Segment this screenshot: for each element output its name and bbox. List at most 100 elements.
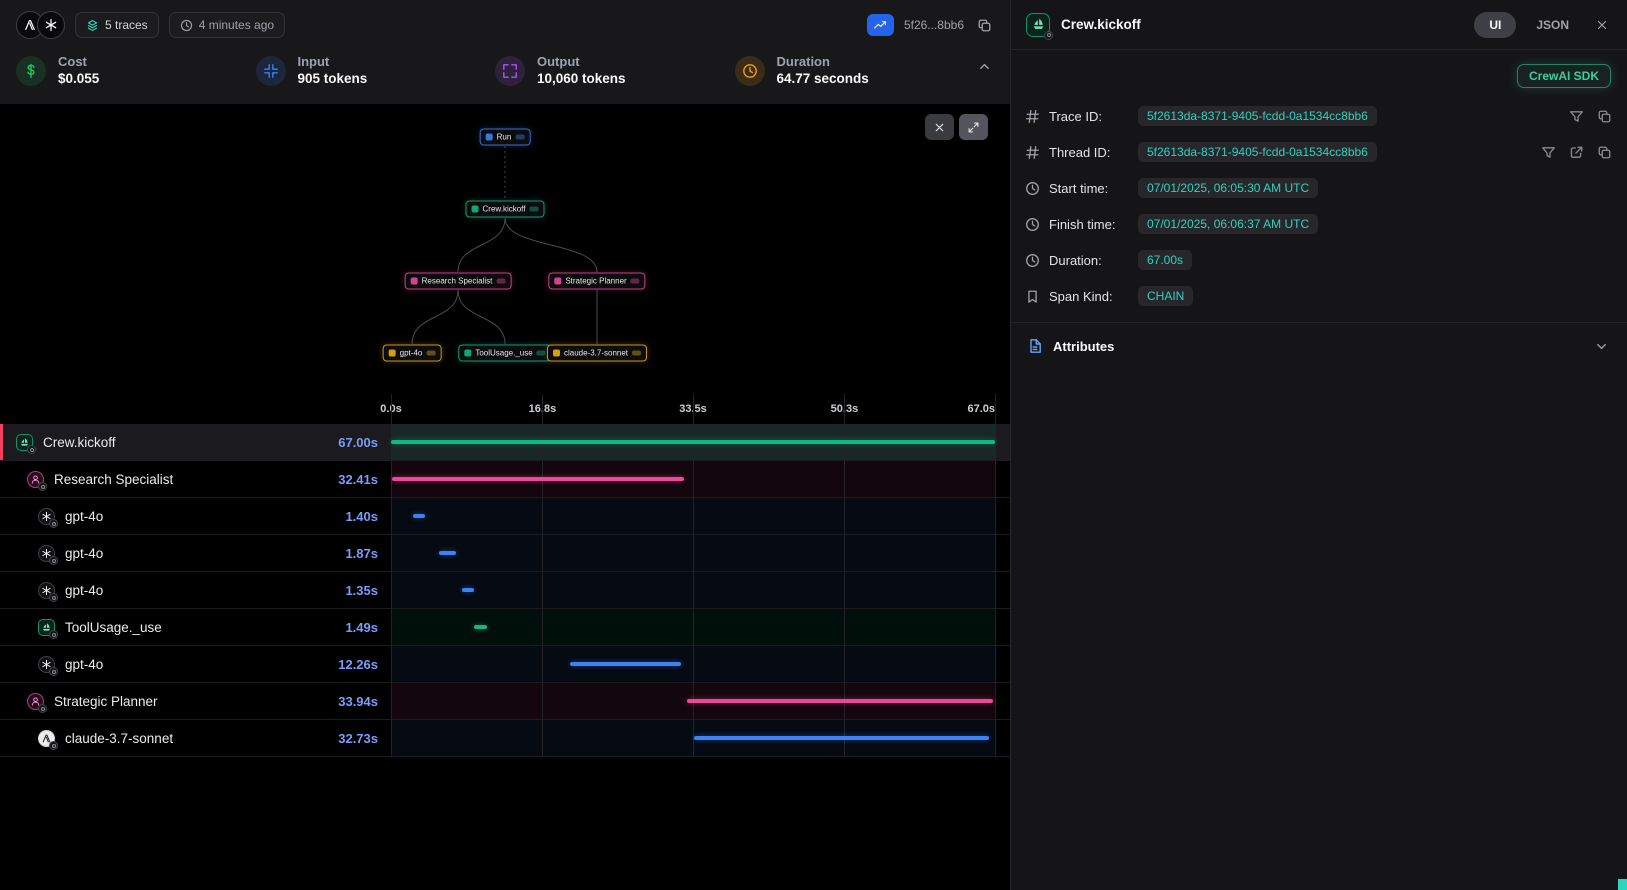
collapse-stats-button[interactable] bbox=[974, 56, 994, 76]
copy-button[interactable] bbox=[1596, 108, 1613, 125]
span-bar bbox=[462, 588, 474, 592]
span-bar bbox=[392, 477, 684, 481]
chevron-up-icon bbox=[977, 59, 992, 74]
field-label: Finish time: bbox=[1049, 217, 1129, 232]
openai-icon bbox=[36, 543, 56, 563]
stat-value: 10,060 tokens bbox=[537, 70, 626, 88]
span-duration: 67.00s bbox=[338, 435, 378, 450]
field-label: Trace ID: bbox=[1049, 109, 1129, 124]
span-name: gpt-4o bbox=[65, 657, 103, 672]
span-duration: 32.41s bbox=[338, 472, 378, 487]
node-badge bbox=[426, 351, 435, 356]
row-label-cell: gpt-4o1.35s bbox=[0, 580, 391, 600]
stat-duration: Duration64.77 seconds bbox=[735, 54, 975, 88]
span-name: Strategic Planner bbox=[54, 694, 158, 709]
instrumentation-badge bbox=[38, 482, 47, 491]
open-external-button[interactable] bbox=[1568, 144, 1585, 161]
expand-attributes-button[interactable] bbox=[1591, 336, 1611, 356]
axis-tick: 16.8s bbox=[529, 403, 557, 415]
field-value[interactable]: 5f2613da-8371-9405-fcdd-0a1534cc8bb6 bbox=[1138, 106, 1377, 126]
field-row-thread-id: Thread ID: 5f2613da-8371-9405-fcdd-0a1534… bbox=[1025, 134, 1613, 170]
graph-node-gpt4o[interactable]: gpt-4o bbox=[383, 345, 442, 362]
timeline-row[interactable]: gpt-4o1.35s bbox=[0, 572, 1010, 609]
instrumentation-badge bbox=[49, 556, 58, 565]
graph-node-label: Strategic Planner bbox=[565, 277, 626, 286]
hash-icon bbox=[1025, 109, 1040, 124]
timeline-row[interactable]: gpt-4o1.87s bbox=[0, 535, 1010, 572]
timeline-row[interactable]: ToolUsage._use1.49s bbox=[0, 609, 1010, 646]
row-label-cell: Strategic Planner33.94s bbox=[0, 691, 391, 711]
field-value: 67.00s bbox=[1138, 250, 1192, 270]
attributes-section[interactable]: Attributes bbox=[1011, 323, 1627, 369]
span-track bbox=[391, 535, 995, 571]
filter-button[interactable] bbox=[1540, 144, 1557, 161]
traces-count-chip[interactable]: 5 traces bbox=[75, 12, 159, 38]
panel-title: Crew.kickoff bbox=[1061, 17, 1141, 32]
dollar-icon bbox=[16, 56, 46, 86]
span-name: gpt-4o bbox=[65, 509, 103, 524]
corner-accent bbox=[1618, 879, 1627, 890]
field-label: Thread ID: bbox=[1049, 145, 1129, 160]
close-icon bbox=[933, 121, 946, 134]
stat-text: Cost$0.055 bbox=[58, 54, 99, 88]
row-label-cell: ToolUsage._use1.49s bbox=[0, 617, 391, 637]
stats-items: Cost$0.055Input905 tokensOutput10,060 to… bbox=[16, 54, 974, 88]
field-row-duration: Duration: 67.00s bbox=[1025, 242, 1613, 278]
graph-node-run[interactable]: Run bbox=[480, 129, 531, 146]
stat-value: 64.77 seconds bbox=[777, 70, 869, 88]
node-icon bbox=[554, 278, 561, 285]
trace-graph-canvas[interactable]: Run Crew.kickoff Research Specialist Strate… bbox=[0, 104, 1010, 394]
close-panel-button[interactable] bbox=[1591, 14, 1613, 36]
graph-node-tool[interactable]: ToolUsage._use bbox=[458, 345, 551, 362]
metrics-button[interactable] bbox=[867, 14, 894, 36]
stat-label: Output bbox=[537, 54, 626, 70]
timeline-row[interactable]: gpt-4o 12.26s bbox=[0, 646, 1010, 683]
graph-node-strategic[interactable]: Strategic Planner bbox=[548, 273, 645, 290]
span-track bbox=[391, 646, 995, 682]
time-ago-chip: 4 minutes ago bbox=[169, 12, 285, 38]
span-track bbox=[391, 461, 995, 497]
graph-node-label: claude-3.7-sonnet bbox=[564, 349, 628, 358]
timeline-row[interactable]: Strategic Planner33.94s bbox=[0, 683, 1010, 720]
span-duration: 1.35s bbox=[345, 583, 378, 598]
stat-text: Output10,060 tokens bbox=[537, 54, 626, 88]
span-bar bbox=[391, 440, 995, 444]
timeline-axis: 0.0s16.8s33.5s50.3s67.0s bbox=[391, 394, 995, 424]
copy-icon bbox=[1597, 109, 1612, 124]
field-label: Duration: bbox=[1049, 253, 1129, 268]
crewai-icon bbox=[1025, 12, 1051, 38]
expand-graph-button[interactable] bbox=[959, 114, 988, 140]
span-duration: 1.49s bbox=[345, 620, 378, 635]
graph-node-label: Run bbox=[497, 133, 512, 142]
span-bar bbox=[413, 514, 426, 518]
span-track bbox=[391, 498, 995, 534]
filter-button[interactable] bbox=[1568, 108, 1585, 125]
field-label: Start time: bbox=[1049, 181, 1129, 196]
timeline-row[interactable]: Research Specialist32.41s bbox=[0, 461, 1010, 498]
clock-icon bbox=[180, 19, 193, 32]
timeline-row[interactable]: Crew.kickoff67.00s bbox=[0, 424, 1010, 461]
graph-node-claude[interactable]: claude-3.7-sonnet bbox=[547, 345, 647, 362]
sdk-badge[interactable]: CrewAI SDK bbox=[1517, 64, 1611, 88]
copy-trace-id-button[interactable] bbox=[974, 15, 994, 35]
clock-icon bbox=[1025, 181, 1040, 196]
span-bar bbox=[570, 662, 681, 666]
tab-ui[interactable]: UI bbox=[1474, 12, 1516, 38]
stat-label: Cost bbox=[58, 54, 99, 70]
node-badge bbox=[515, 135, 524, 140]
traces-count-label: 5 traces bbox=[105, 18, 148, 32]
span-bar bbox=[694, 736, 989, 740]
copy-button[interactable] bbox=[1596, 144, 1613, 161]
detail-fields: Trace ID: 5f2613da-8371-9405-fcdd-0a1534c… bbox=[1011, 96, 1627, 314]
graph-node-research[interactable]: Research Specialist bbox=[405, 273, 512, 290]
tab-json[interactable]: JSON bbox=[1526, 18, 1579, 32]
field-value[interactable]: 5f2613da-8371-9405-fcdd-0a1534cc8bb6 bbox=[1138, 142, 1377, 162]
field-row-start-time: Start time:07/01/2025, 06:05:30 AM UTC bbox=[1025, 170, 1613, 206]
graph-node-crew[interactable]: Crew.kickoff bbox=[466, 201, 545, 218]
span-track bbox=[391, 683, 995, 719]
span-duration: 12.26s bbox=[338, 657, 378, 672]
timeline-row[interactable]: gpt-4o1.40s bbox=[0, 498, 1010, 535]
span-duration: 32.73s bbox=[338, 731, 378, 746]
close-graph-button[interactable] bbox=[925, 114, 954, 140]
timeline-row[interactable]: claude-3.7-sonnet32.73s bbox=[0, 720, 1010, 757]
